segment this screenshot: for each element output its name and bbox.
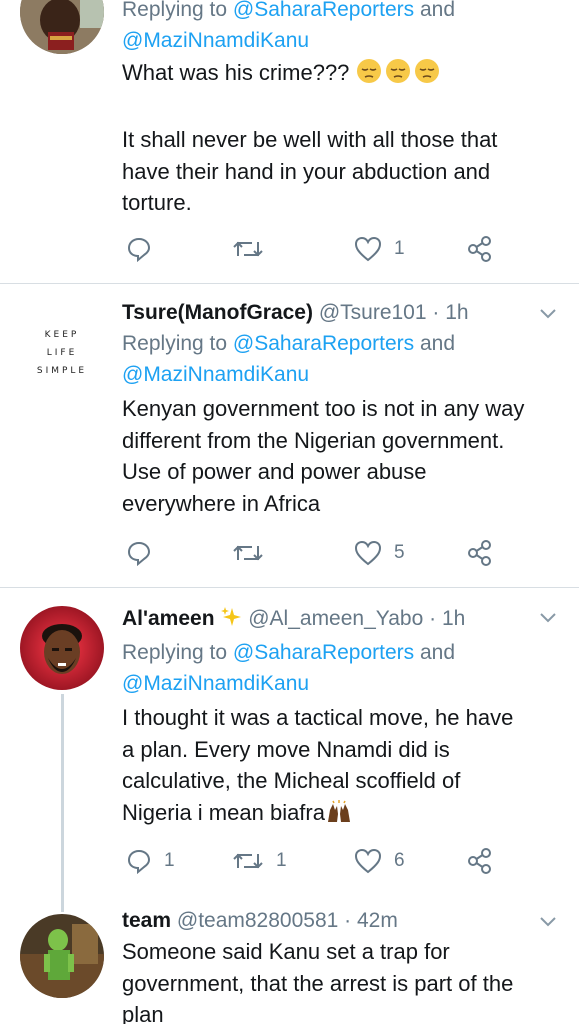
heart-icon [354,540,382,566]
tweet-header: Al'ameen @Al_ameen_Yabo · 1h [122,604,561,637]
reply-button[interactable]: 1 [126,844,175,878]
user-handle[interactable]: @team82800581 [177,909,338,932]
user-handle[interactable]: @Al_ameen_Yabo [248,607,423,630]
tweet-text: What was his crime??? It shall never be … [122,57,561,219]
share-button[interactable] [466,844,494,878]
avatar[interactable] [20,914,104,998]
retweet-icon [233,545,263,561]
tweet-2[interactable]: Al'ameen @Al_ameen_Yabo · 1h Replying to… [0,588,579,906]
reply-and: and [420,332,456,355]
like-count: 6 [394,850,405,871]
share-icon [468,236,491,262]
timestamp[interactable]: 42m [357,909,398,932]
tweet-actions: 1 1 6 [122,844,502,878]
separator-dot: · [432,301,440,324]
reply-prefix: Replying to [122,0,228,21]
tweet-text: Kenyan government too is not in any way … [122,396,525,516]
retweet-count: 1 [276,850,287,871]
avatar[interactable] [20,0,104,54]
share-icon [468,540,491,566]
display-name[interactable]: Tsure(ManofGrace) [122,301,313,324]
pensive-face-emoji [356,58,442,93]
separator-dot: · [429,607,437,630]
mention-link[interactable]: @MaziNnamdiKanu [122,363,309,386]
display-name[interactable]: team [122,909,171,932]
avatar-text-line: KEEP [44,330,80,340]
chevron-down-icon[interactable] [539,916,557,928]
mention-link[interactable]: @SaharaReporters [233,641,414,664]
reply-and: and [420,0,456,21]
like-button[interactable]: 5 [354,536,405,570]
retweet-button[interactable] [232,232,276,266]
avatar-photo [20,0,104,54]
sparkles-icon [220,606,242,637]
avatar-text-line: SIMPLE [36,366,88,376]
heart-icon [354,236,382,262]
mention-link[interactable]: @SaharaReporters [233,332,414,355]
reply-button[interactable] [126,536,164,570]
reply-icon [127,541,151,566]
tweet-text-body: It shall never be well with all those th… [122,127,498,215]
heart-icon [354,848,382,874]
replying-to: Replying to @SaharaReporters and @MaziNn… [122,328,561,390]
separator-dot: · [344,909,352,932]
mention-link[interactable]: @MaziNnamdiKanu [122,29,309,52]
tweet-actions: 1 [122,232,502,266]
like-button[interactable]: 1 [354,232,405,266]
tweet-text: I thought it was a tactical move, he hav… [122,702,561,832]
share-icon [468,848,491,874]
avatar[interactable] [20,606,104,690]
chevron-down-icon[interactable] [539,612,557,624]
reply-count: 1 [164,850,175,871]
retweet-button[interactable]: 1 [232,844,287,878]
display-name[interactable]: Al'ameen [122,607,215,630]
timestamp[interactable]: 1h [442,607,465,630]
reply-and: and [420,641,456,664]
mention-link[interactable]: @SaharaReporters [233,0,414,21]
tweet-text-line: What was his crime??? [122,60,350,85]
retweet-icon [233,241,263,257]
reply-icon [127,849,151,874]
avatar[interactable]: KEEP LIFE SIMPLE [20,304,104,388]
like-count: 1 [394,238,405,259]
avatar-photo [20,914,104,998]
avatar-photo [20,606,104,690]
chevron-down-icon[interactable] [539,308,557,320]
share-button[interactable] [466,232,494,266]
retweet-button[interactable] [232,536,276,570]
user-handle[interactable]: @Tsure101 [319,301,427,324]
share-button[interactable] [466,536,494,570]
mention-link[interactable]: @MaziNnamdiKanu [122,672,309,695]
replying-to: Replying to @SaharaReporters and @MaziNn… [122,0,561,56]
raised-hands-emoji [325,799,353,833]
tweet-3[interactable]: team @team82800581 · 42m Someone said Ka… [0,906,579,1024]
timestamp[interactable]: 1h [445,301,468,324]
retweet-icon [233,853,263,869]
reply-button[interactable] [126,232,164,266]
tweet-1[interactable]: KEEP LIFE SIMPLE Tsure(ManofGrace) @Tsur… [0,284,579,588]
tweet-header: Tsure(ManofGrace) @Tsure101 · 1h [122,298,561,328]
avatar-text: KEEP LIFE SIMPLE [20,326,104,380]
tweet-0[interactable]: Replying to @SaharaReporters and @MaziNn… [0,0,579,284]
tweet-header: team @team82800581 · 42m [122,906,561,936]
tweet-text-body: I thought it was a tactical move, he hav… [122,705,514,825]
reply-icon [127,237,151,262]
avatar-text-line: LIFE [46,348,78,358]
replying-to: Replying to @SaharaReporters and @MaziNn… [122,637,561,699]
reply-prefix: Replying to [122,332,228,355]
tweet-actions: 5 [122,536,502,570]
tweet-text: Someone said Kanu set a trap for governm… [122,939,514,1024]
like-button[interactable]: 6 [354,844,405,878]
like-count: 5 [394,542,405,563]
reply-prefix: Replying to [122,641,228,664]
